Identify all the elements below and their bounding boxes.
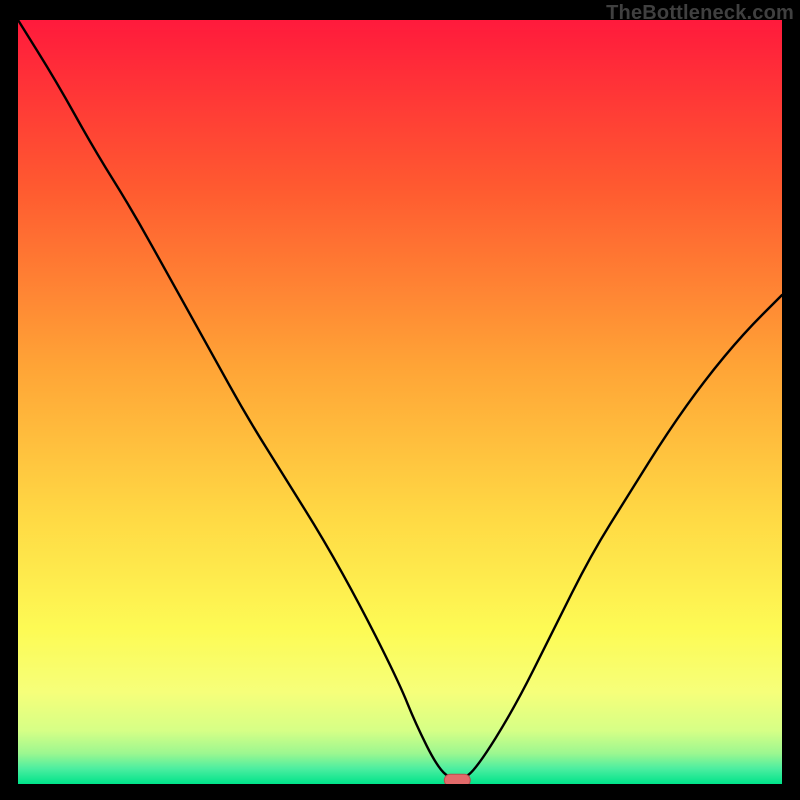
chart-frame: TheBottleneck.com [0,0,800,800]
gradient-background [18,20,782,784]
plot-area [18,20,782,784]
chart-svg [18,20,782,784]
watermark-text: TheBottleneck.com [606,2,794,25]
optimum-marker [444,774,470,784]
